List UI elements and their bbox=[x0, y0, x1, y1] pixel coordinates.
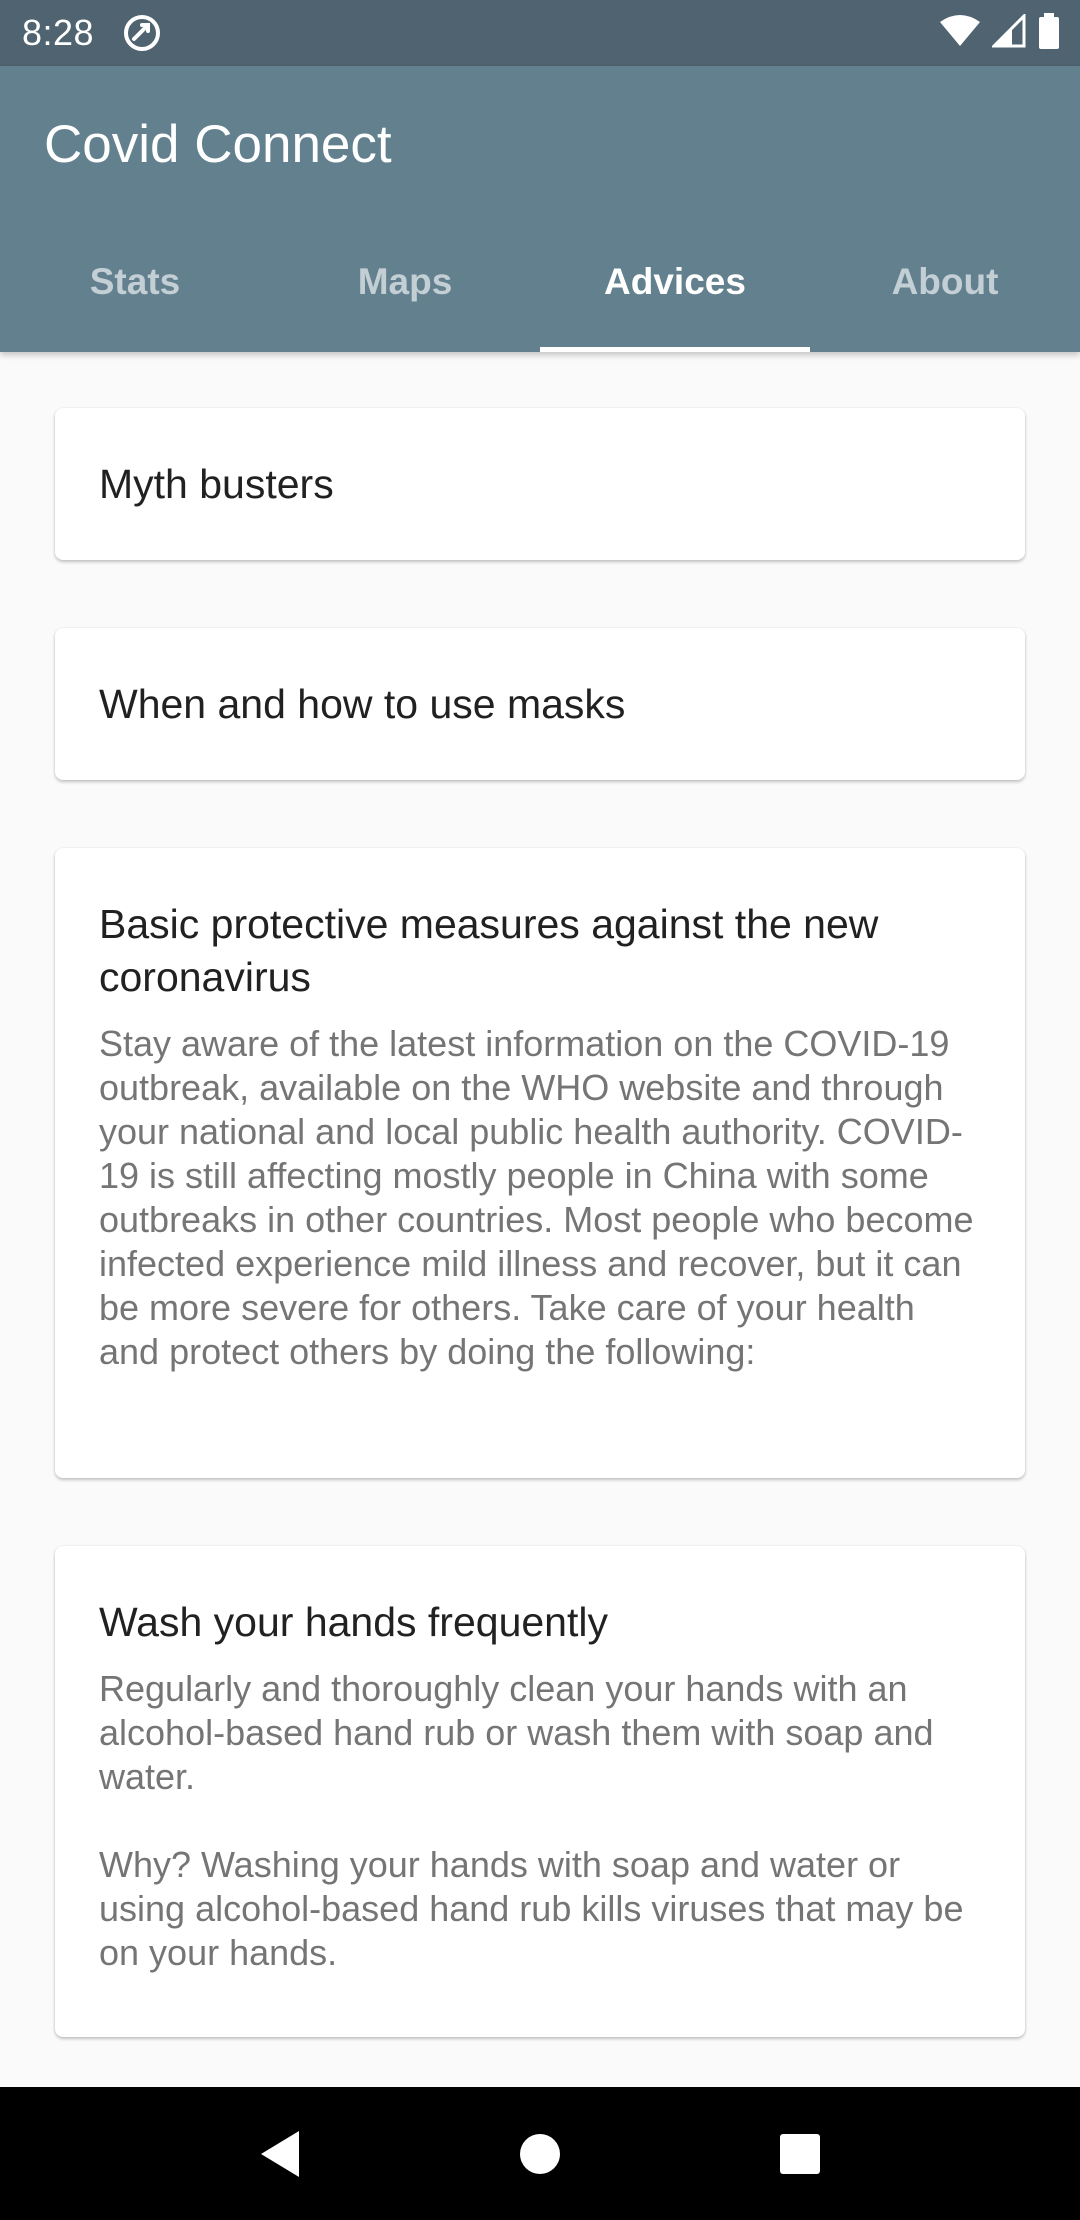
battery-icon bbox=[1038, 12, 1060, 54]
tab-about[interactable]: About bbox=[810, 212, 1080, 352]
advice-card-protective-measures[interactable]: Basic protective measures against the ne… bbox=[55, 848, 1025, 1478]
status-icons bbox=[940, 0, 1060, 66]
recents-icon[interactable] bbox=[755, 2109, 845, 2199]
screen: 8:28 Covid Connect Stats Maps Advices Ab… bbox=[0, 0, 1080, 2220]
tab-bar: Stats Maps Advices About bbox=[0, 212, 1080, 352]
tab-advices[interactable]: Advices bbox=[540, 212, 810, 352]
sync-icon bbox=[122, 13, 162, 53]
advice-card-myth-busters[interactable]: Myth busters bbox=[55, 408, 1025, 560]
card-title: Wash your hands frequently bbox=[99, 1599, 608, 1645]
card-title: When and how to use masks bbox=[99, 680, 626, 727]
back-icon[interactable] bbox=[235, 2109, 325, 2199]
advice-list[interactable]: Myth busters When and how to use masks B… bbox=[0, 352, 1080, 2087]
wifi-icon bbox=[940, 14, 980, 53]
tab-stats[interactable]: Stats bbox=[0, 212, 270, 352]
card-body: Regularly and thoroughly clean your hand… bbox=[99, 1668, 964, 1973]
signal-icon bbox=[990, 11, 1026, 53]
app-title: Covid Connect bbox=[44, 115, 392, 174]
tab-maps[interactable]: Maps bbox=[270, 212, 540, 352]
app-bar: Covid Connect Stats Maps Advices About bbox=[0, 66, 1080, 352]
advice-card-wash-hands[interactable]: Wash your hands frequently Regularly and… bbox=[55, 1546, 1025, 2037]
card-title: Myth busters bbox=[99, 460, 334, 507]
card-body: Stay aware of the latest information on … bbox=[99, 1023, 974, 1372]
status-time: 8:28 bbox=[22, 12, 95, 53]
navigation-bar bbox=[0, 2087, 1080, 2220]
card-title: Basic protective measures against the ne… bbox=[99, 901, 879, 1000]
advice-card-masks[interactable]: When and how to use masks bbox=[55, 628, 1025, 780]
status-bar: 8:28 bbox=[0, 0, 1080, 66]
home-icon[interactable] bbox=[495, 2109, 585, 2199]
